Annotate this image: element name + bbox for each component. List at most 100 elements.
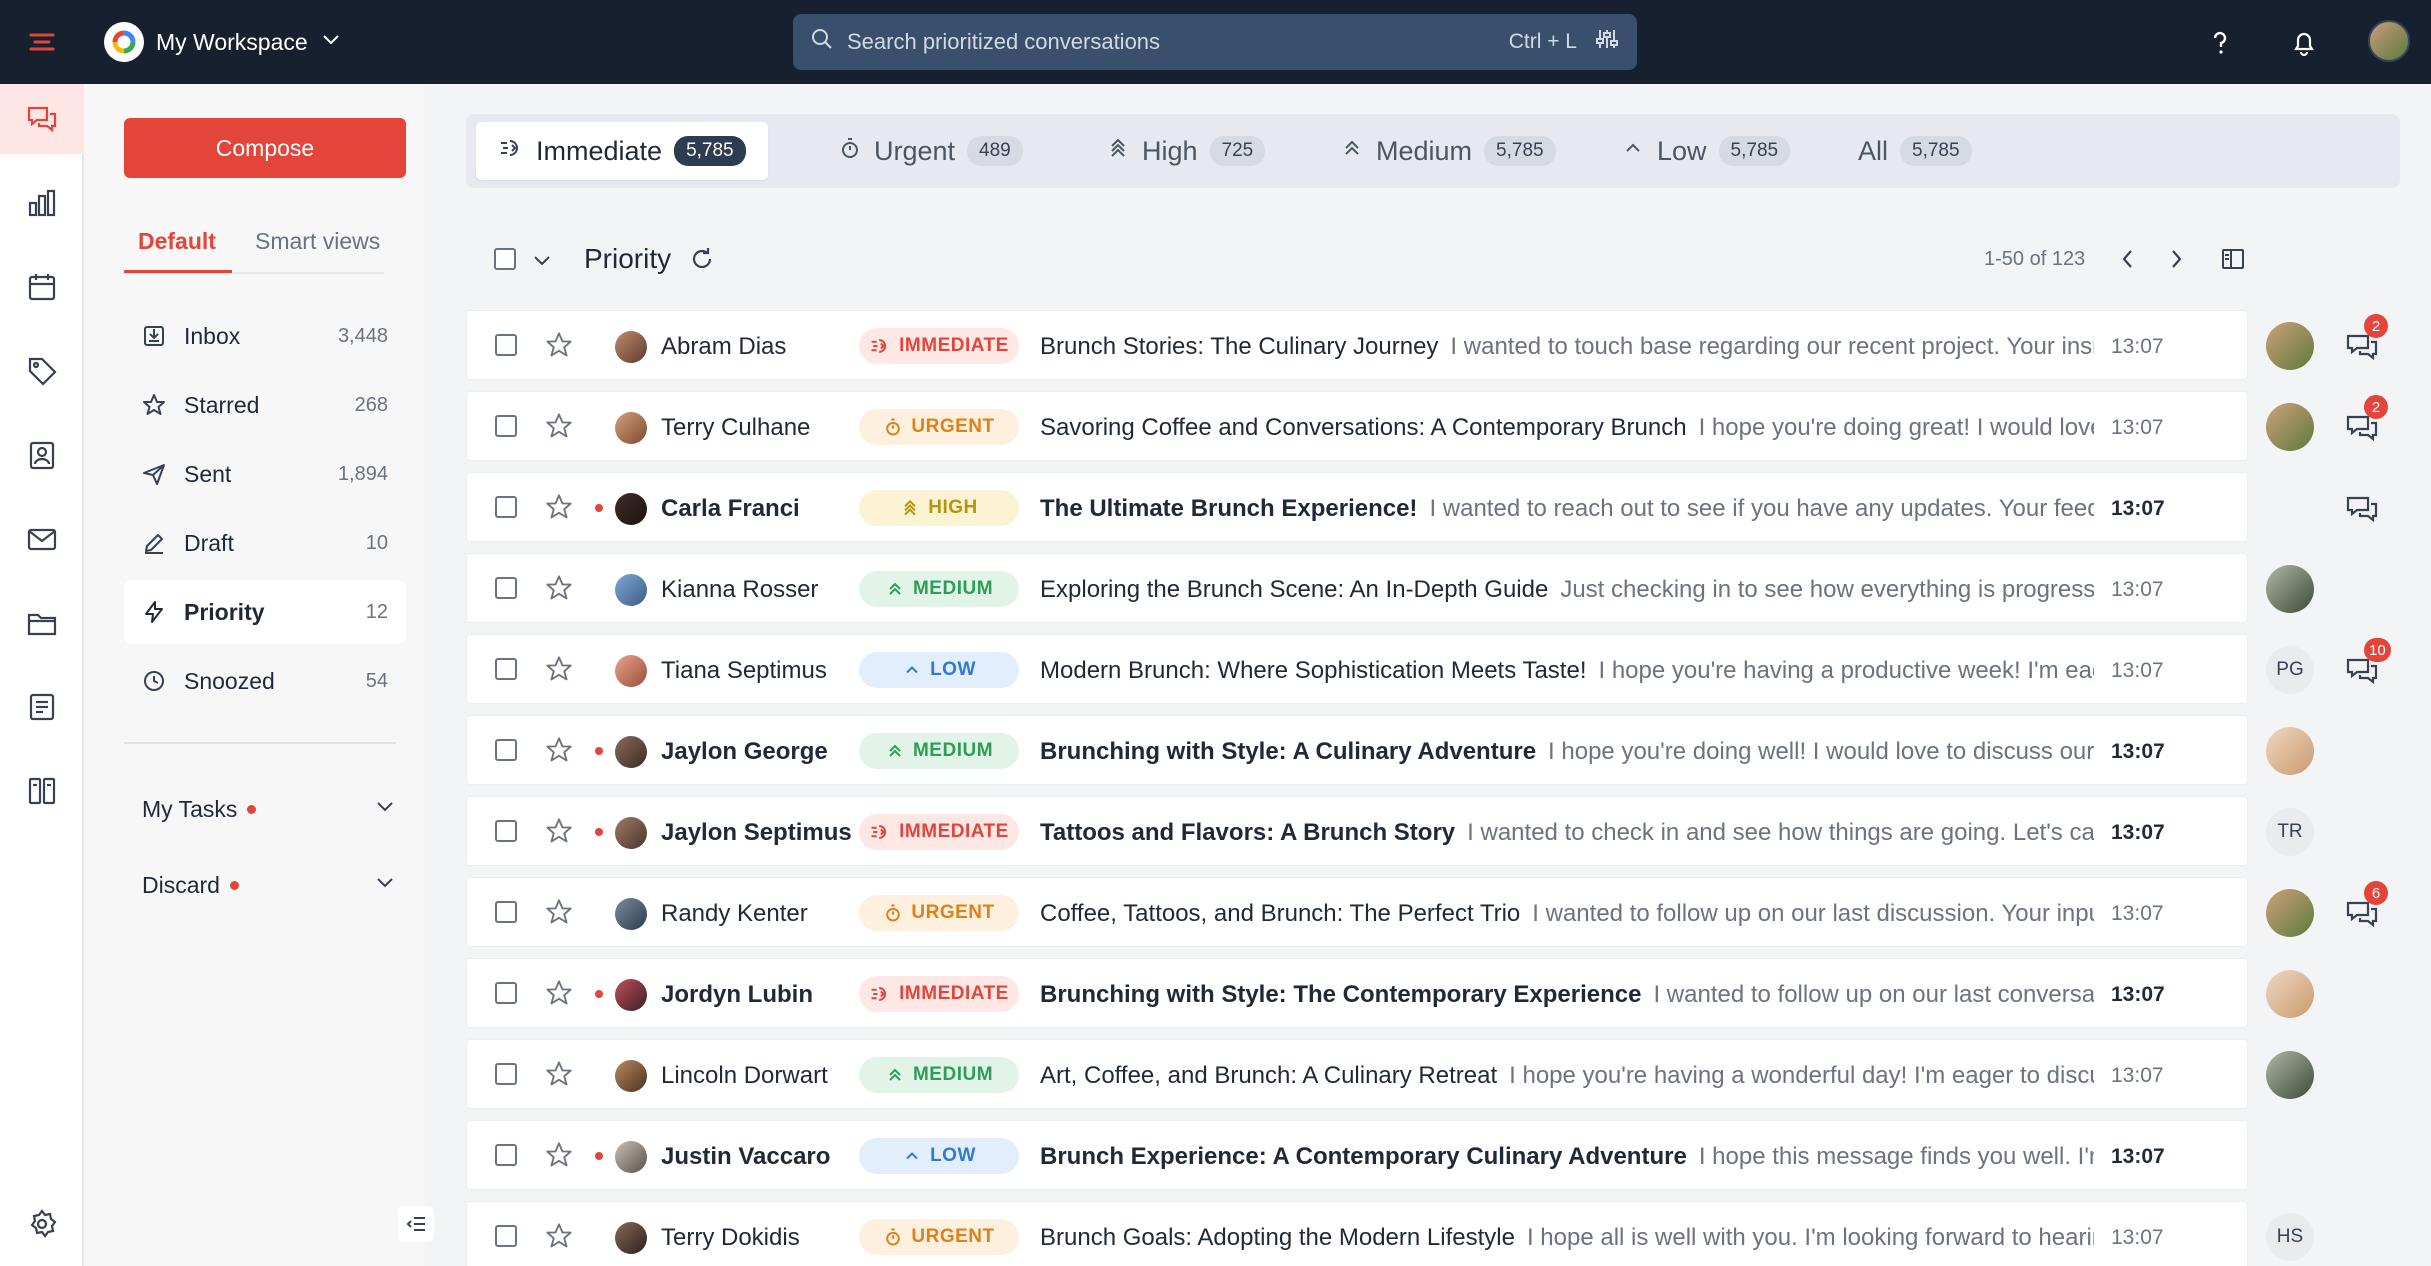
assignee-initials[interactable]: HS [2266, 1213, 2314, 1261]
tab-urgent[interactable]: Urgent 489 [816, 122, 1045, 180]
chevron-left-icon[interactable] [2116, 246, 2140, 277]
split-view-icon[interactable] [2220, 246, 2246, 277]
row-checkbox[interactable] [495, 982, 517, 1004]
conversation-row[interactable]: Jaylon Septimus IMMEDIATE Tattoos and Fl… [466, 796, 2248, 866]
collapse-sidebar-icon[interactable] [398, 1206, 434, 1242]
folder-icon[interactable] [0, 588, 84, 658]
row-checkbox[interactable] [495, 1225, 517, 1247]
filter-sliders-icon[interactable] [1595, 27, 1619, 57]
conversation-row[interactable]: Justin Vaccaro LOW Brunch Experience: A … [466, 1120, 2248, 1190]
assignee-avatar[interactable] [2266, 727, 2314, 775]
tab-immediate[interactable]: Immediate 5,785 [476, 122, 768, 180]
star-icon[interactable] [545, 574, 573, 607]
star-icon[interactable] [545, 1060, 573, 1093]
star-icon[interactable] [545, 1222, 573, 1255]
chat-bubble-icon[interactable]: 10 [2344, 638, 2391, 688]
calendar-icon[interactable] [0, 252, 84, 322]
sidebar-item-sent[interactable]: Sent 1,894 [124, 442, 406, 506]
chat-bubble-icon[interactable]: 2 [2344, 395, 2388, 445]
tab-all[interactable]: All 5,785 [1836, 122, 1994, 180]
star-icon[interactable] [545, 331, 573, 364]
row-checkbox[interactable] [495, 901, 517, 923]
row-checkbox[interactable] [495, 739, 517, 761]
assignee-avatar[interactable] [2266, 565, 2314, 613]
refresh-icon[interactable] [688, 245, 716, 278]
row-checkbox[interactable] [495, 496, 517, 518]
star-icon[interactable] [545, 898, 573, 931]
tab-medium[interactable]: Medium 5,785 [1318, 122, 1578, 180]
sidebar-item-snoozed[interactable]: Snoozed 54 [124, 649, 406, 713]
row-checkbox[interactable] [495, 1063, 517, 1085]
sidebar-item-priority[interactable]: Priority 12 [124, 580, 406, 644]
tab-smart-views[interactable]: Smart views [255, 228, 380, 255]
conversation-row[interactable]: Terry Culhane URGENT Savoring Coffee and… [466, 391, 2248, 461]
contacts-icon[interactable] [0, 420, 84, 490]
assignee-avatar[interactable] [2266, 322, 2314, 370]
row-checkbox[interactable] [495, 415, 517, 437]
row-checkbox[interactable] [495, 577, 517, 599]
star-icon[interactable] [545, 412, 573, 445]
sidebar-item-count: 3,448 [337, 324, 388, 347]
star-icon[interactable] [545, 655, 573, 688]
settings-gear-icon[interactable] [0, 1189, 84, 1259]
star-icon[interactable] [545, 817, 573, 850]
star-icon[interactable] [545, 493, 573, 526]
assignee-avatar[interactable] [2266, 970, 2314, 1018]
mail-icon[interactable] [0, 504, 84, 574]
conversation-row[interactable]: Randy Kenter URGENT Coffee, Tattoos, and… [466, 877, 2248, 947]
group-discard[interactable]: Discard [142, 865, 396, 905]
chevron-down-icon[interactable] [530, 248, 554, 277]
conversations-icon[interactable] [0, 84, 84, 154]
conversation-row[interactable]: Abram Dias IMMEDIATE Brunch Stories: The… [466, 310, 2248, 380]
chat-bubble-icon[interactable] [2344, 490, 2380, 526]
tag-icon[interactable] [0, 336, 84, 406]
subject: Tattoos and Flavors: A Brunch Story [1040, 819, 1456, 846]
row-checkbox[interactable] [495, 334, 517, 356]
timestamp: 13:07 [2111, 1226, 2164, 1249]
conversation-row[interactable]: Carla Franci HIGH The Ultimate Brunch Ex… [466, 472, 2248, 542]
conversation-row[interactable]: Tiana Septimus LOW Modern Brunch: Where … [466, 634, 2248, 704]
message-summary: Exploring the Brunch Scene: An In-Depth … [1040, 576, 2094, 604]
search-input[interactable]: Search prioritized conversations [847, 29, 1509, 55]
search-bar[interactable]: Search prioritized conversations Ctrl + … [793, 14, 1637, 70]
assignee-initials[interactable]: PG [2266, 646, 2314, 694]
chevron-right-icon[interactable] [2164, 246, 2188, 277]
chat-bubble-icon[interactable]: 6 [2344, 881, 2388, 931]
conversation-row[interactable]: Kianna Rosser MEDIUM Exploring the Brunc… [466, 553, 2248, 623]
assignee-initials[interactable]: TR [2266, 808, 2314, 856]
assignee-avatar[interactable] [2266, 889, 2314, 937]
conversation-row[interactable]: Terry Dokidis URGENT Brunch Goals: Adopt… [466, 1201, 2248, 1266]
row-checkbox[interactable] [495, 1144, 517, 1166]
sidebar-item-starred[interactable]: Starred 268 [124, 373, 406, 437]
conversation-row[interactable]: Lincoln Dorwart MEDIUM Art, Coffee, and … [466, 1039, 2248, 1109]
group-my-tasks[interactable]: My Tasks [142, 789, 396, 829]
row-checkbox[interactable] [495, 820, 517, 842]
tab-high[interactable]: High 725 [1084, 122, 1287, 180]
kanban-board-icon[interactable] [0, 756, 84, 826]
star-icon[interactable] [545, 979, 573, 1012]
tab-default[interactable]: Default [138, 228, 216, 255]
priority-badge: HIGH [859, 490, 1019, 526]
star-icon[interactable] [545, 736, 573, 769]
notes-icon[interactable] [0, 672, 84, 742]
user-avatar[interactable] [2368, 20, 2410, 62]
help-icon[interactable] [2200, 22, 2240, 62]
workspace-switcher[interactable]: My Workspace [104, 20, 342, 64]
chat-bubble-icon[interactable]: 2 [2344, 314, 2388, 364]
bell-icon[interactable] [2284, 22, 2324, 62]
sidebar-item-inbox[interactable]: Inbox 3,448 [124, 304, 406, 368]
tab-low[interactable]: Low 5,785 [1599, 122, 1812, 180]
compose-button[interactable]: Compose [124, 118, 406, 178]
assignee-avatar[interactable] [2266, 403, 2314, 451]
assignee-avatar[interactable] [2266, 1051, 2314, 1099]
select-all-checkbox[interactable] [494, 248, 516, 270]
sidebar-item-count: 54 [365, 669, 388, 692]
app-logo-icon[interactable] [22, 22, 62, 62]
analytics-chart-icon[interactable] [0, 168, 84, 238]
sidebar-item-draft[interactable]: Draft 10 [124, 511, 406, 575]
conversation-row[interactable]: Jordyn Lubin IMMEDIATE Brunching with St… [466, 958, 2248, 1028]
conversation-row[interactable]: Jaylon George MEDIUM Brunching with Styl… [466, 715, 2248, 785]
row-checkbox[interactable] [495, 658, 517, 680]
timestamp: 13:07 [2111, 416, 2164, 439]
star-icon[interactable] [545, 1141, 573, 1174]
